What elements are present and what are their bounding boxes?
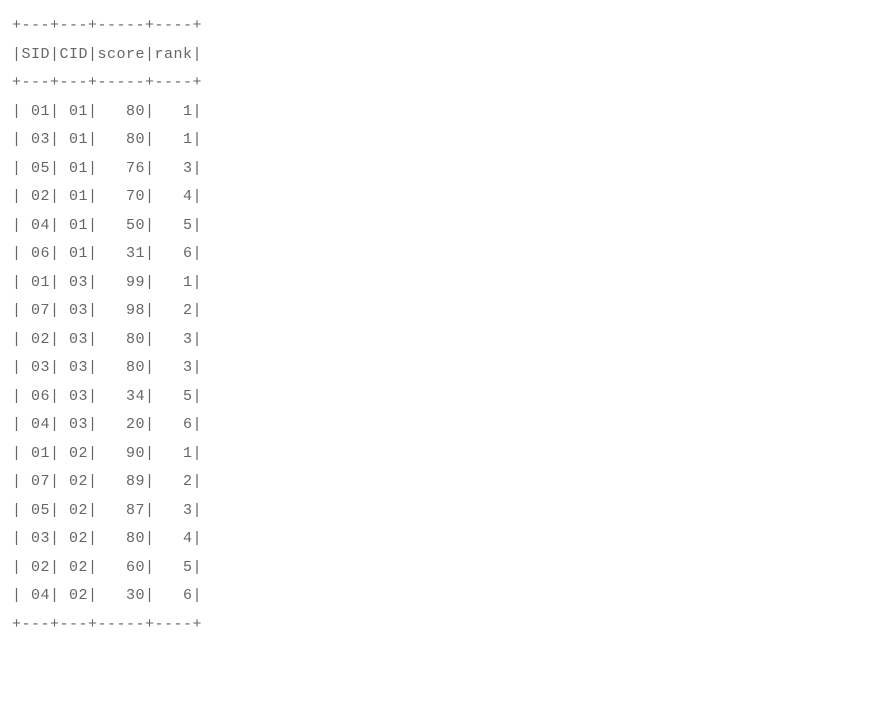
table-rows: | 01| 01| 80| 1|| 03| 01| 80| 1|| 05| 01… [12, 98, 202, 611]
table-row: | 01| 03| 99| 1| [12, 269, 202, 298]
table-row: | 07| 03| 98| 2| [12, 297, 202, 326]
table-row: | 02| 02| 60| 5| [12, 554, 202, 583]
table-row: | 06| 01| 31| 6| [12, 240, 202, 269]
table-row: | 05| 02| 87| 3| [12, 497, 202, 526]
table-row: | 04| 02| 30| 6| [12, 582, 202, 611]
ascii-table: +---+---+-----+----+ |SID|CID|score|rank… [12, 12, 202, 639]
table-row: | 02| 01| 70| 4| [12, 183, 202, 212]
table-row: | 07| 02| 89| 2| [12, 468, 202, 497]
table-row: | 03| 02| 80| 4| [12, 525, 202, 554]
table-border-bottom: +---+---+-----+----+ [12, 611, 202, 640]
table-border-mid: +---+---+-----+----+ [12, 69, 202, 98]
table-row: | 02| 03| 80| 3| [12, 326, 202, 355]
table-border-top: +---+---+-----+----+ [12, 12, 202, 41]
table-row: | 04| 03| 20| 6| [12, 411, 202, 440]
table-row: | 03| 01| 80| 1| [12, 126, 202, 155]
table-row: | 01| 01| 80| 1| [12, 98, 202, 127]
table-row: | 05| 01| 76| 3| [12, 155, 202, 184]
table-row: | 06| 03| 34| 5| [12, 383, 202, 412]
table-row: | 01| 02| 90| 1| [12, 440, 202, 469]
table-row: | 04| 01| 50| 5| [12, 212, 202, 241]
table-row: | 03| 03| 80| 3| [12, 354, 202, 383]
table-header-row: |SID|CID|score|rank| [12, 41, 202, 70]
